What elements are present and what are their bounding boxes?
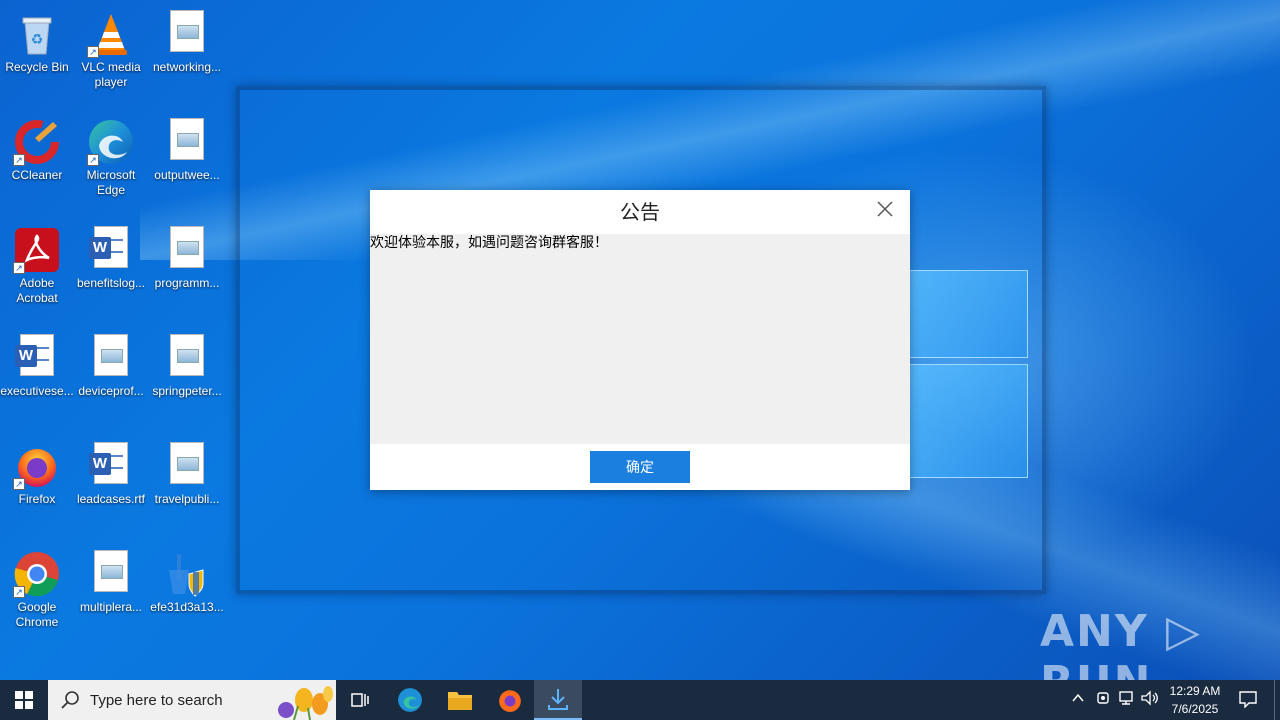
desktop-icon-label: deviceprof...: [78, 384, 144, 398]
search-icon: [61, 691, 79, 709]
adobe-acrobat-icon: ↗: [13, 226, 61, 274]
notification-center-icon[interactable]: [1238, 690, 1258, 710]
folder-icon: [448, 692, 472, 710]
tray-app-icon[interactable]: [1093, 690, 1113, 710]
desktop-icon-networking[interactable]: networking...: [150, 4, 224, 104]
word-document-icon: W: [87, 442, 135, 490]
desktop-icon-google-chrome[interactable]: ↗ Google Chrome: [0, 544, 74, 644]
shortcut-arrow-icon: ↗: [87, 46, 99, 58]
image-file-icon: [163, 226, 211, 274]
desktop-icon-programm[interactable]: programm...: [150, 220, 224, 320]
desktop-icon-efe31d3a13[interactable]: efe31d3a13...: [150, 544, 224, 644]
word-document-icon: W: [13, 334, 61, 382]
image-file-icon: [163, 118, 211, 166]
desktop-icon-label: springpeter...: [152, 384, 222, 398]
desktop-icon-label: CCleaner: [11, 168, 63, 182]
edge-icon: [398, 688, 422, 712]
announcement-dialog: 公告 欢迎体验本服，如遇问题咨询群客服！ 确定: [370, 190, 910, 490]
desktop-icon-deviceprof[interactable]: deviceprof...: [74, 328, 148, 428]
task-view-icon: [351, 693, 369, 707]
task-view-button[interactable]: [336, 680, 384, 720]
desktop-icon-firefox[interactable]: ↗ Firefox: [0, 436, 74, 536]
desktop-icon-multiplera[interactable]: multiplera...: [74, 544, 148, 644]
chrome-icon: ↗: [13, 550, 61, 598]
search-placeholder: Type here to search: [90, 691, 223, 709]
shortcut-arrow-icon: ↗: [13, 154, 25, 166]
start-button[interactable]: [0, 680, 48, 720]
taskbar-clock[interactable]: 12:29 AM 7/6/2025: [1162, 682, 1228, 718]
desktop-icon-label: Recycle Bin: [5, 60, 69, 74]
taskbar: Type here to search 12:29 AM 7/6/2025: [0, 680, 1280, 720]
vlc-icon: ↗: [87, 10, 135, 58]
desktop-icon-label: multiplera...: [79, 600, 143, 614]
desktop-icon-label: executivese...: [0, 384, 74, 398]
desktop-icon-label: benefitslog...: [76, 276, 146, 290]
desktop-icon-label: Microsoft Edge: [86, 168, 136, 197]
shortcut-arrow-icon: ↗: [13, 478, 25, 490]
download-arrow-icon: [548, 689, 568, 710]
search-highlight-flowers-icon: [278, 686, 333, 720]
desktop-icon-microsoft-edge[interactable]: ↗ Microsoft Edge: [74, 112, 148, 212]
desktop-icon-adobe-acrobat[interactable]: ↗ Adobe Acrobat: [0, 220, 74, 320]
anyrun-watermark: ANY ▷ RUN: [1040, 606, 1202, 680]
desktop-icon-label: programm...: [154, 276, 220, 290]
taskbar-file-explorer-button[interactable]: [436, 680, 484, 720]
desktop-icon-travelpubli[interactable]: travelpubli...: [150, 436, 224, 536]
desktop-icon-outputwee[interactable]: outputwee...: [150, 112, 224, 212]
windows-logo-icon: [15, 691, 33, 709]
dialog-message: 欢迎体验本服，如遇问题咨询群客服！: [370, 235, 608, 251]
desktop-icon-label: VLC media player: [81, 60, 141, 89]
installer-shield-icon: [163, 550, 211, 598]
desktop-icon-label: leadcases.rtf: [76, 492, 146, 506]
desktop: ♻ Recycle Bin ↗ CCleaner ↗ Adobe Acrobat…: [0, 0, 1280, 680]
dialog-title: 公告: [620, 200, 660, 224]
shortcut-arrow-icon: ↗: [87, 154, 99, 166]
shortcut-arrow-icon: ↗: [13, 586, 25, 598]
desktop-icon-recycle-bin[interactable]: ♻ Recycle Bin: [0, 4, 74, 104]
clock-date: 7/6/2025: [1171, 702, 1219, 716]
recycle-bin-icon: ♻: [13, 10, 61, 58]
taskbar-firefox-button[interactable]: [486, 680, 534, 720]
desktop-icon-label: Google Chrome: [15, 600, 59, 629]
close-icon[interactable]: [874, 198, 896, 220]
desktop-icon-label: Adobe Acrobat: [16, 276, 58, 305]
desktop-icon-label: Firefox: [18, 492, 56, 506]
ok-button[interactable]: 确定: [590, 451, 690, 483]
desktop-icon-label: networking...: [152, 60, 222, 74]
volume-icon[interactable]: [1140, 690, 1160, 710]
taskbar-search-box[interactable]: Type here to search: [48, 680, 336, 720]
desktop-icon-executivese[interactable]: W executivese...: [0, 328, 74, 428]
dialog-body: 欢迎体验本服，如遇问题咨询群客服！: [370, 234, 910, 444]
image-file-icon: [87, 550, 135, 598]
desktop-icon-springpeter[interactable]: springpeter...: [150, 328, 224, 428]
taskbar-edge-button[interactable]: [386, 680, 434, 720]
word-document-icon: W: [87, 226, 135, 274]
desktop-icon-vlc[interactable]: ↗ VLC media player: [74, 4, 148, 104]
firefox-icon: [499, 690, 521, 712]
svg-text:♻: ♻: [31, 31, 44, 47]
image-file-icon: [163, 334, 211, 382]
desktop-icon-benefitslog[interactable]: W benefitslog...: [74, 220, 148, 320]
clock-time: 12:29 AM: [1169, 684, 1221, 698]
desktop-icon-label: outputwee...: [154, 168, 220, 182]
image-file-icon: [163, 442, 211, 490]
desktop-icon-leadcases[interactable]: W leadcases.rtf: [74, 436, 148, 536]
desktop-icon-label: travelpubli...: [154, 492, 220, 506]
network-icon[interactable]: [1116, 690, 1136, 710]
ccleaner-icon: ↗: [13, 118, 61, 166]
show-desktop-divider[interactable]: [1274, 680, 1275, 720]
desktop-icon-label: efe31d3a13...: [150, 600, 224, 614]
image-file-icon: [87, 334, 135, 382]
edge-icon: ↗: [87, 118, 135, 166]
firefox-icon: ↗: [13, 442, 61, 490]
image-file-icon: [163, 10, 211, 58]
show-hidden-icons-chevron-up-icon[interactable]: [1068, 690, 1088, 710]
taskbar-installer-app-button[interactable]: [534, 680, 582, 720]
desktop-icon-ccleaner[interactable]: ↗ CCleaner: [0, 112, 74, 212]
shortcut-arrow-icon: ↗: [13, 262, 25, 274]
